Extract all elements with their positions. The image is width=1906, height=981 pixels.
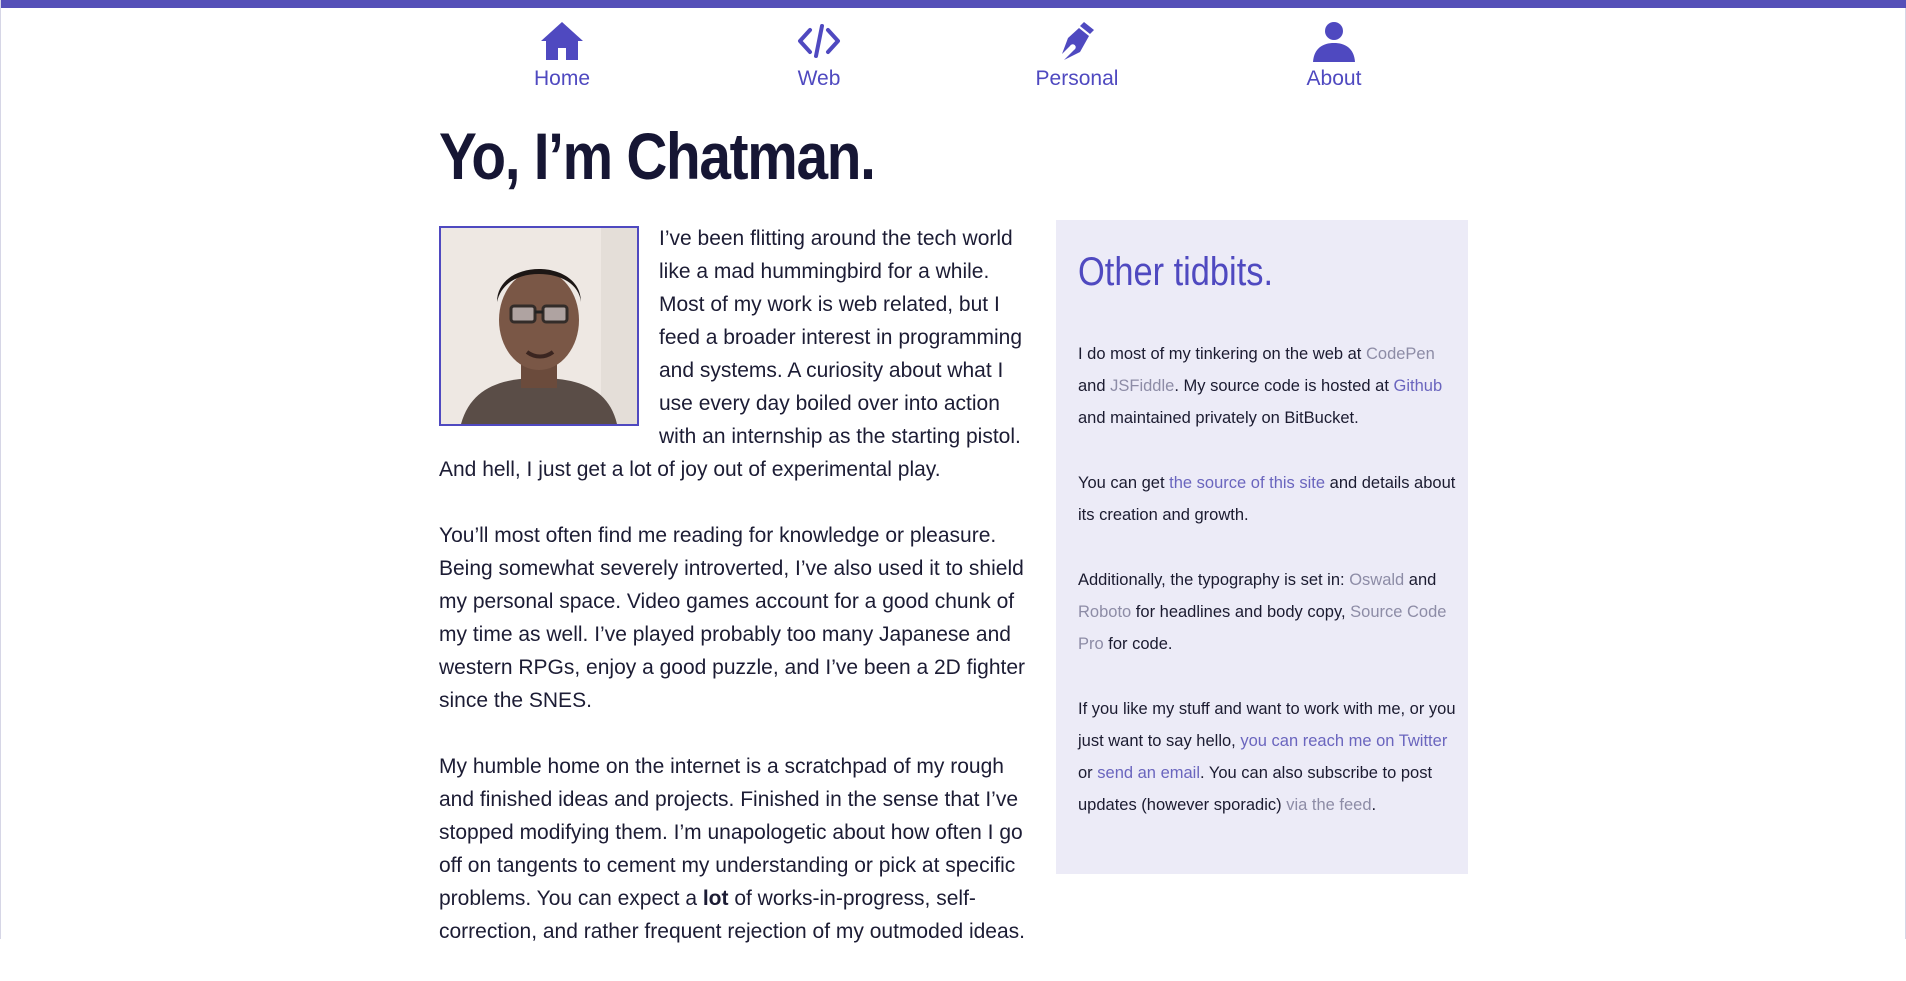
roboto-link[interactable]: Roboto	[1078, 603, 1131, 621]
sidebar-text: for code.	[1103, 635, 1173, 653]
home-icon	[541, 22, 583, 60]
nav-home[interactable]: Home	[482, 20, 642, 91]
top-accent-bar	[1, 0, 1906, 8]
sidebar-text: Additionally, the typography is set in:	[1078, 571, 1350, 589]
github-link[interactable]: Github	[1394, 377, 1443, 395]
site-source-link[interactable]: the source of this site	[1169, 474, 1325, 492]
sidebar-text: and maintained privately on BitBucket.	[1078, 409, 1359, 427]
p3-bold-lot: lot	[702, 887, 729, 910]
code-icon	[798, 24, 840, 58]
page-title: Yo, I’m Chatman.	[439, 119, 876, 193]
nav-home-label: Home	[533, 67, 591, 90]
sidebar-paragraph-2: You can get the source of this site and …	[1078, 467, 1458, 531]
nav-about-label: About	[1306, 67, 1362, 90]
sidebar-text: or	[1078, 764, 1098, 782]
email-link[interactable]: send an email	[1097, 764, 1200, 782]
sidebar-text: You can get	[1078, 474, 1170, 492]
pen-icon	[1062, 22, 1094, 60]
twitter-link[interactable]: you can reach me on Twitter	[1240, 732, 1447, 750]
nav-about[interactable]: About	[1254, 20, 1414, 91]
sidebar-text: for headlines and body copy,	[1131, 603, 1351, 621]
sidebar-heading: Other tidbits.	[1078, 250, 1274, 294]
person-icon	[1313, 22, 1355, 62]
sidebar-paragraph-1: I do most of my tinkering on the web at …	[1078, 338, 1458, 434]
nav-web-label: Web	[797, 67, 841, 90]
portrait-image	[441, 228, 637, 424]
nav-personal[interactable]: Personal	[997, 20, 1157, 91]
sidebar-text: .	[1371, 796, 1377, 814]
main-content: I’ve been flitting around the tech world…	[439, 222, 1039, 981]
intro-paragraph-3: My humble home on the internet is a scra…	[439, 750, 1039, 948]
oswald-link[interactable]: Oswald	[1349, 571, 1404, 589]
nav-web[interactable]: Web	[739, 20, 899, 91]
sidebar-text: I do most of my tinkering on the web at	[1078, 345, 1366, 363]
jsfiddle-link[interactable]: JSFiddle	[1110, 377, 1174, 395]
sidebar-text: and	[1078, 377, 1111, 395]
sidebar-paragraph-3: Additionally, the typography is set in: …	[1078, 564, 1458, 660]
sidebar-paragraph-4: If you like my stuff and want to work wi…	[1078, 693, 1458, 821]
sidebar-text: and	[1404, 571, 1437, 589]
codepen-link[interactable]: CodePen	[1366, 345, 1435, 363]
avatar	[439, 226, 639, 426]
main-nav: Home Web Personal About	[1, 20, 1906, 100]
sidebar-text: . My source code is hosted at	[1174, 377, 1394, 395]
sidebar-body: I do most of my tinkering on the web at …	[1078, 338, 1458, 854]
intro-paragraph-2: You’ll most often find me reading for kn…	[439, 524, 1026, 712]
sidebar-tidbits: Other tidbits. I do most of my tinkering…	[1056, 220, 1468, 874]
nav-personal-label: Personal	[1035, 67, 1119, 90]
feed-link[interactable]: via the feed	[1286, 796, 1371, 814]
